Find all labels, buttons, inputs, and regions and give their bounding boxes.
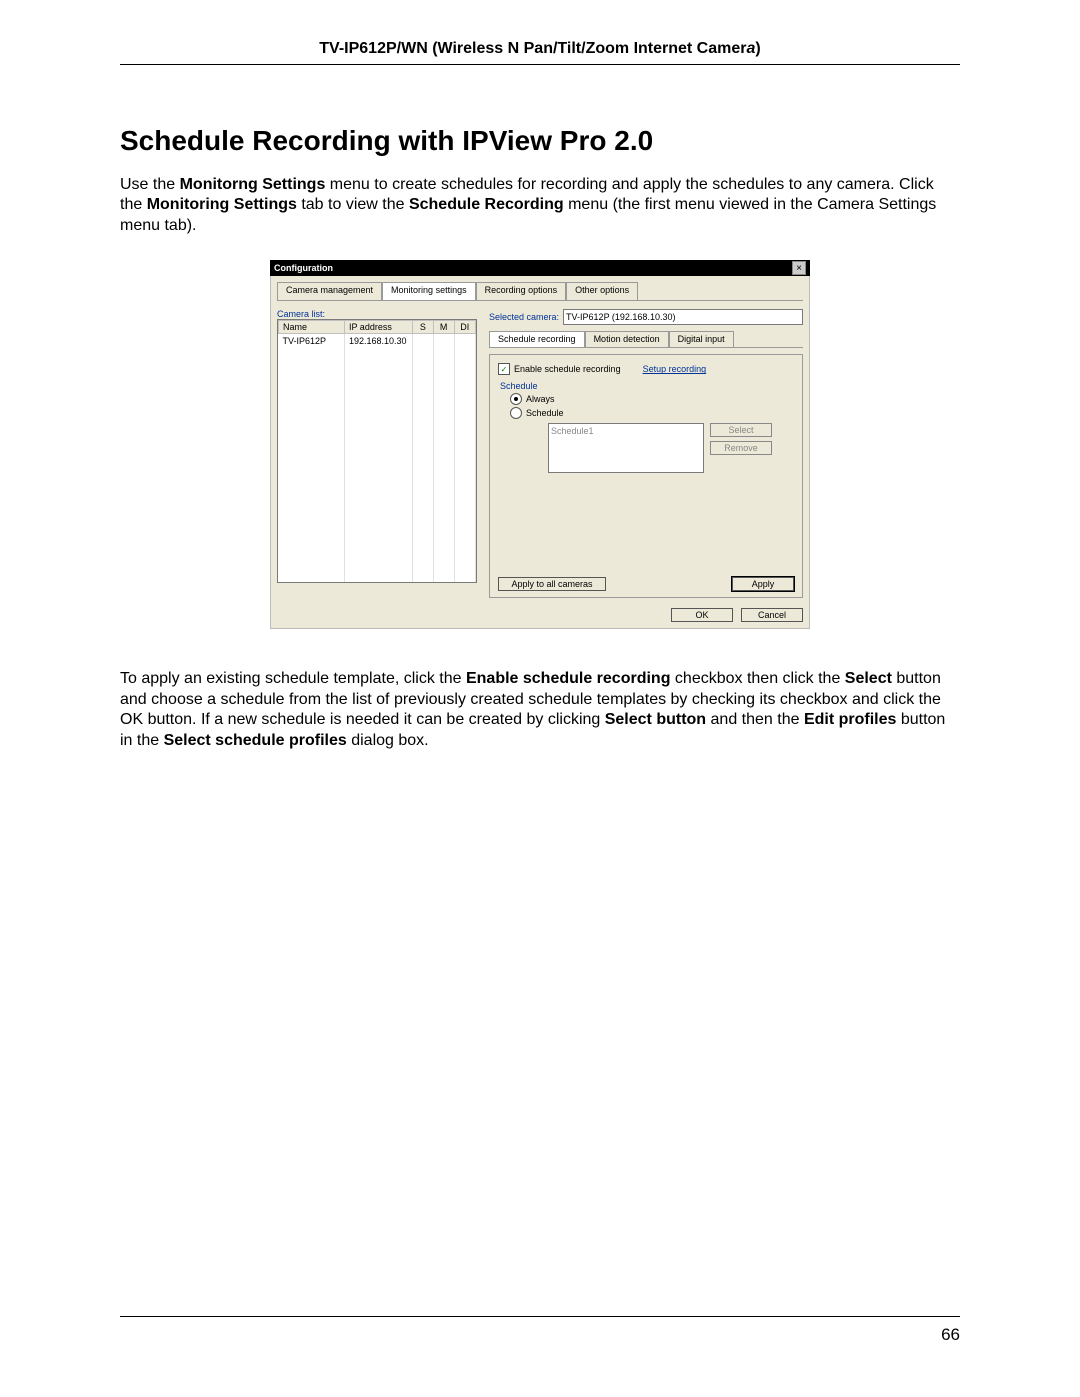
configuration-dialog: Configuration × Camera management Monito…	[270, 260, 810, 629]
selected-camera-label: Selected camera:	[489, 312, 559, 322]
main-tabs: Camera management Monitoring settings Re…	[277, 282, 803, 301]
schedule-recording-panel: ✓ Enable schedule recording Setup record…	[489, 354, 803, 598]
col-m: M	[433, 321, 454, 334]
document-header: TV-IP612P/WN (Wireless N Pan/Tilt/Zoom I…	[120, 40, 960, 58]
tab-monitoring-settings[interactable]: Monitoring settings	[382, 282, 476, 300]
table-row[interactable]: TV-IP612P 192.168.10.30	[279, 334, 476, 348]
apply-button[interactable]: Apply	[732, 577, 794, 591]
camera-list-grid[interactable]: Name IP address S M DI TV-IP612P	[277, 319, 477, 583]
header-rule	[120, 64, 960, 65]
schedule-listbox[interactable]: Schedule1	[548, 423, 704, 473]
subtab-schedule-recording[interactable]: Schedule recording	[489, 331, 585, 347]
select-button[interactable]: Select	[710, 423, 772, 437]
enable-schedule-checkbox[interactable]: ✓	[498, 363, 510, 375]
radio-schedule-label: Schedule	[526, 408, 564, 418]
radio-always[interactable]	[510, 393, 522, 405]
page-number: 66	[120, 1325, 960, 1345]
intro-paragraph: Use the Monitorng Settings menu to creat…	[120, 175, 960, 236]
remove-button[interactable]: Remove	[710, 441, 772, 455]
col-name: Name	[279, 321, 345, 334]
tab-camera-management[interactable]: Camera management	[277, 282, 382, 300]
radio-schedule[interactable]	[510, 407, 522, 419]
cancel-button[interactable]: Cancel	[741, 608, 803, 622]
enable-schedule-label: Enable schedule recording	[514, 364, 621, 374]
col-ip: IP address	[344, 321, 412, 334]
setup-recording-link[interactable]: Setup recording	[643, 364, 707, 374]
close-icon[interactable]: ×	[792, 261, 806, 275]
followup-paragraph: To apply an existing schedule template, …	[120, 669, 960, 751]
page-footer: 66	[120, 1308, 960, 1345]
ok-button[interactable]: OK	[671, 608, 733, 622]
section-heading: Schedule Recording with IPView Pro 2.0	[120, 125, 960, 157]
dialog-titlebar[interactable]: Configuration ×	[270, 260, 810, 276]
apply-all-button[interactable]: Apply to all cameras	[498, 577, 606, 591]
subtab-digital-input[interactable]: Digital input	[669, 331, 734, 347]
sub-tabs: Schedule recording Motion detection Digi…	[489, 331, 803, 348]
schedule-group-label: Schedule	[500, 381, 794, 391]
col-s: S	[413, 321, 433, 334]
tab-other-options[interactable]: Other options	[566, 282, 638, 300]
camera-list-label: Camera list:	[277, 309, 477, 319]
radio-always-label: Always	[526, 394, 555, 404]
selected-camera-field[interactable]: TV-IP612P (192.168.10.30)	[563, 309, 803, 325]
tab-recording-options[interactable]: Recording options	[476, 282, 567, 300]
dialog-title: Configuration	[274, 263, 792, 273]
subtab-motion-detection[interactable]: Motion detection	[585, 331, 669, 347]
col-di: DI	[454, 321, 475, 334]
